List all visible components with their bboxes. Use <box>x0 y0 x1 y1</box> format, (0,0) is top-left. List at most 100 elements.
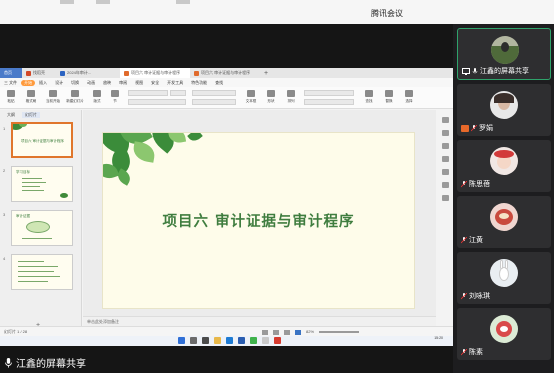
thumb-title: 学习目标 <box>16 170 30 174</box>
search-icon[interactable] <box>190 337 197 344</box>
slideshow-icon[interactable] <box>295 329 301 335</box>
chat-icon[interactable] <box>250 337 257 344</box>
tab-label: 2024年审计... <box>67 70 92 75</box>
microphone-icon <box>5 357 12 368</box>
shared-screen-area: 首页 找稻壳 2024年审计... 项目六 审计证据与审计程序 项目六 审计证据… <box>0 24 453 373</box>
thumb-title: 审计证据 <box>16 214 30 218</box>
participant-tile[interactable]: 江黄 <box>457 196 551 248</box>
find-button[interactable]: 查找 <box>360 89 378 106</box>
participant-name-row: 江鑫的屏幕共享 <box>462 66 529 76</box>
slide-thumbnail-1[interactable]: 项目六 审计证据与审计程序 <box>11 122 73 158</box>
align-row[interactable] <box>192 99 236 105</box>
folder-icon[interactable] <box>214 337 221 344</box>
format-painter-button[interactable]: 格式刷 <box>22 89 40 106</box>
participant-tile[interactable]: 罗娟 <box>457 84 551 136</box>
slide-thumbnail-4[interactable] <box>11 254 73 290</box>
menu-item[interactable]: 动画 <box>83 80 99 86</box>
quick-style-row[interactable] <box>304 90 354 96</box>
play-from-current-button[interactable]: 当前开始 <box>44 89 62 106</box>
edge-icon[interactable] <box>226 337 233 344</box>
share-owner-name: 江鑫的屏幕共享 <box>16 359 86 370</box>
paragraph-row[interactable] <box>192 90 236 96</box>
participant-tile[interactable]: 陈素 <box>457 308 551 360</box>
menu-item[interactable]: 三 文件 <box>0 80 21 86</box>
font-name-dropdown[interactable] <box>128 90 168 96</box>
participant-badge-icon <box>461 124 469 132</box>
participant-tile[interactable]: 刘咏琪 <box>457 252 551 304</box>
task-view-icon[interactable] <box>202 337 209 344</box>
new-tab-button[interactable]: + <box>260 70 272 77</box>
menu-item[interactable]: 审阅 <box>115 80 131 86</box>
tab-presentation-active[interactable]: 项目六 审计证据与审计程序 <box>120 68 190 78</box>
menu-item[interactable]: 插入 <box>35 80 51 86</box>
participant-tile[interactable]: 陈思蓓 <box>457 140 551 192</box>
tab-home[interactable]: 首页 <box>0 68 22 78</box>
textbox-button[interactable]: 文本框 <box>242 89 260 106</box>
tab-document[interactable]: 2024年审计... <box>56 68 120 78</box>
reading-view-icon[interactable] <box>284 329 290 335</box>
app-icon[interactable] <box>238 337 245 344</box>
participant-name: 罗娟 <box>479 125 493 132</box>
menu-item[interactable]: 开发工具 <box>163 80 187 86</box>
replace-button[interactable]: 替换 <box>380 89 398 106</box>
search-icon <box>365 90 373 97</box>
current-slide[interactable]: 项目六 审计证据与审计程序 <box>102 132 415 309</box>
menu-item[interactable]: 安全 <box>147 80 163 86</box>
tool-icon[interactable] <box>441 117 449 123</box>
avatar <box>490 203 518 231</box>
slide-thumbnail-3[interactable]: 审计证据 <box>11 210 73 246</box>
toolbar-label: 格式刷 <box>25 99 37 103</box>
top-bar-fragment <box>60 0 74 4</box>
normal-view-icon[interactable] <box>262 329 268 335</box>
slide-thumbnail-2[interactable]: 学习目标 <box>11 166 73 202</box>
menu-item[interactable]: 查找 <box>211 80 227 86</box>
tool-icon[interactable] <box>441 156 449 162</box>
fill-outline-row[interactable] <box>304 99 354 105</box>
menu-item[interactable]: 设计 <box>51 80 67 86</box>
sorter-view-icon[interactable] <box>273 329 279 335</box>
tool-icon[interactable] <box>441 169 449 175</box>
slide-number: 4 <box>3 256 6 261</box>
participant-name-row: 陈素 <box>461 347 483 357</box>
menu-item[interactable]: 特色功能 <box>187 80 211 86</box>
tab-presentation[interactable]: 项目六 审计证据与审计程序 <box>190 68 260 78</box>
layout-button[interactable]: 版式 <box>88 89 106 106</box>
screen-share-label: 江鑫的屏幕共享 <box>4 355 86 370</box>
menu-item[interactable]: 切换 <box>67 80 83 86</box>
microphone-muted-icon <box>461 292 467 299</box>
section-button[interactable]: 节 <box>106 89 124 106</box>
slide-editing-canvas: 项目六 审计证据与审计程序 <box>83 110 436 316</box>
tool-icon[interactable] <box>441 195 449 201</box>
zoom-slider[interactable] <box>319 331 360 333</box>
tab-docer[interactable]: 找稻壳 <box>22 68 56 78</box>
paste-button[interactable]: 粘贴 <box>2 89 20 106</box>
shape-button[interactable]: 形状 <box>262 89 280 106</box>
text-line <box>18 261 44 262</box>
font-style-row[interactable] <box>128 99 186 105</box>
wps-icon[interactable] <box>274 337 281 344</box>
font-size-dropdown[interactable] <box>170 90 186 96</box>
participant-name: 刘咏琪 <box>469 293 490 300</box>
cursor-icon <box>405 90 413 97</box>
start-icon[interactable] <box>178 337 185 344</box>
app-icon[interactable] <box>262 337 269 344</box>
menu-item-start[interactable]: 开始 <box>21 79 36 86</box>
tab-slides[interactable]: 幻灯片 <box>22 112 40 118</box>
notes-pane[interactable]: 单击此处添加备注 <box>83 316 436 326</box>
participant-tile[interactable]: 江鑫的屏幕共享 <box>457 28 551 80</box>
system-clock: 15:20 <box>434 336 443 340</box>
toolbar-label: 当前开始 <box>46 99 60 103</box>
arrange-button[interactable]: 排列 <box>282 89 300 106</box>
wps-presentation-window: 首页 找稻壳 2024年审计... 项目六 审计证据与审计程序 项目六 审计证据… <box>0 68 453 346</box>
meeting-app-title: 腾讯会议 <box>371 9 403 18</box>
tool-icon[interactable] <box>441 182 449 188</box>
new-slide-button[interactable]: 新建幻灯片 <box>66 89 84 106</box>
slide-number: 3 <box>3 212 6 217</box>
menu-item[interactable]: 视图 <box>131 80 147 86</box>
tab-outline[interactable]: 大纲 <box>4 112 18 118</box>
tool-icon[interactable] <box>441 143 449 149</box>
select-button[interactable]: 选择 <box>400 89 418 106</box>
tool-icon[interactable] <box>441 130 449 136</box>
menu-item[interactable]: 放映 <box>99 80 115 86</box>
text-line <box>22 182 46 183</box>
